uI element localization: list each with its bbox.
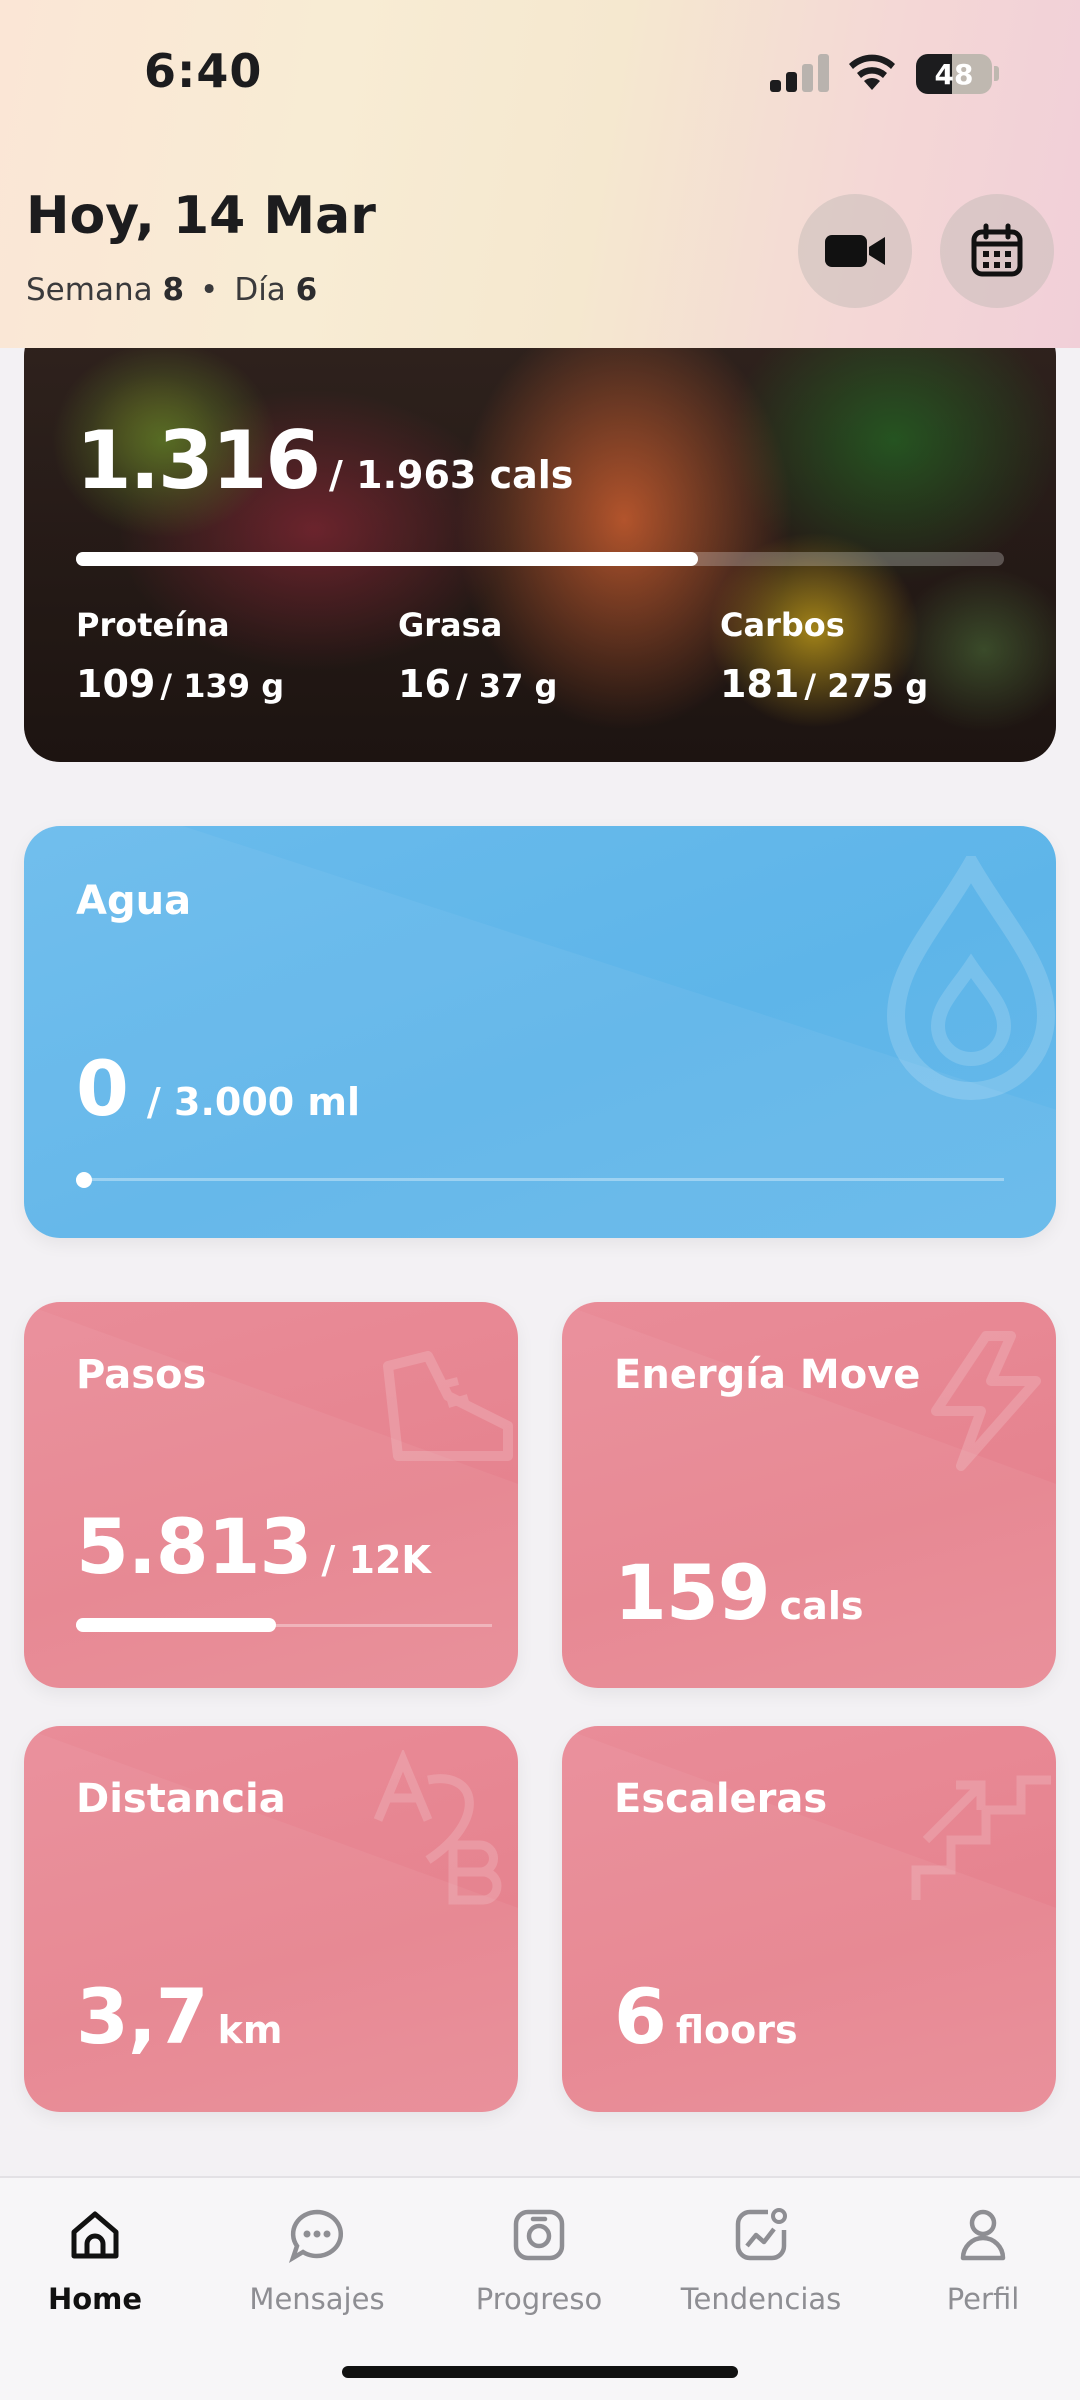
calories-progress-fill — [76, 552, 698, 566]
shoe-icon — [383, 1351, 513, 1461]
nav-item-tendencias[interactable]: Tendencias — [661, 2200, 861, 2316]
chat-icon — [288, 2209, 343, 2264]
stairs-current: 6 — [614, 1972, 667, 2061]
distance-card[interactable]: Distancia 3,7 km — [24, 1726, 518, 2112]
water-drop-icon — [886, 856, 1056, 1100]
cellular-signal-icon — [770, 54, 830, 92]
water-current: 0 — [76, 1044, 129, 1133]
status-bar: 6:40 48 — [0, 0, 1080, 150]
energy-value: 159 cals — [614, 1548, 863, 1637]
battery-level: 48 — [934, 58, 974, 91]
macro-label: Grasa — [398, 606, 503, 644]
wifi-icon — [849, 54, 895, 90]
steps-progress-fill — [76, 1618, 276, 1632]
macro-fat: Grasa 16 / 37 g — [398, 606, 557, 706]
macro-value: 109 — [76, 662, 156, 706]
distance-value: 3,7 km — [76, 1972, 283, 2061]
distance-current: 3,7 — [76, 1972, 209, 2061]
energy-unit: cals — [779, 1584, 864, 1628]
macro-goal: / 139 g — [160, 667, 285, 705]
stairs-icon — [911, 1775, 1051, 1900]
macro-carbs: Carbos 181 / 275 g — [720, 606, 928, 706]
calories-goal: / 1.963 cals — [329, 453, 574, 497]
water-progress-handle — [76, 1172, 92, 1188]
nav-item-perfil[interactable]: Perfil — [883, 2200, 1080, 2316]
trend-chart-icon — [735, 2208, 787, 2261]
steps-title: Pasos — [76, 1352, 207, 1398]
nav-label: Progreso — [475, 2282, 603, 2316]
calories-summary: 1.316/ 1.963 cals — [76, 414, 573, 507]
steps-card[interactable]: Pasos 5.813/ 12K — [24, 1302, 518, 1688]
water-goal: / 3.000 ml — [146, 1080, 361, 1124]
water-card[interactable]: Agua 0 / 3.000 ml — [24, 826, 1056, 1238]
macro-label: Carbos — [720, 606, 845, 644]
home-indicator — [342, 2366, 738, 2378]
video-camera-icon — [825, 235, 885, 267]
calories-current: 1.316 — [76, 414, 321, 507]
lightning-icon — [931, 1331, 1041, 1471]
energy-current: 159 — [614, 1548, 771, 1637]
macro-goal: / 37 g — [455, 667, 558, 705]
page-title: Hoy, 14 Mar — [26, 186, 376, 246]
day-label: Día — [234, 272, 286, 308]
nav-label: Perfil — [946, 2282, 1020, 2316]
week-day-subtitle: Semana 8 • Día 6 — [26, 272, 317, 308]
video-call-button[interactable] — [798, 194, 912, 308]
nav-item-home[interactable]: Home — [0, 2200, 195, 2316]
nav-label: Tendencias — [680, 2282, 842, 2316]
a-to-b-icon — [373, 1750, 502, 1905]
nav-label: Home — [47, 2282, 143, 2316]
energy-card[interactable]: Energía Move 159 cals — [562, 1302, 1056, 1688]
week-value: 8 — [162, 272, 185, 308]
water-value: 0 / 3.000 ml — [76, 1044, 360, 1133]
home-icon — [71, 2211, 119, 2259]
calendar-icon — [971, 223, 1023, 277]
distance-unit: km — [217, 2008, 283, 2052]
water-progress-track — [76, 1178, 1004, 1181]
stairs-title: Escaleras — [614, 1776, 828, 1822]
water-title: Agua — [76, 878, 192, 924]
macro-value: 181 — [720, 662, 800, 706]
nav-item-mensajes[interactable]: Mensajes — [217, 2200, 417, 2316]
battery-icon: 48 — [916, 54, 992, 94]
macro-value: 16 — [398, 662, 451, 706]
status-time: 6:40 — [144, 44, 263, 98]
separator-dot: • — [200, 272, 219, 308]
nav-item-progreso[interactable]: Progreso — [439, 2200, 639, 2316]
steps-goal: / 12K — [321, 1538, 431, 1582]
steps-value: 5.813/ 12K — [76, 1502, 431, 1591]
nav-label: Mensajes — [249, 2282, 385, 2316]
day-value: 6 — [295, 272, 318, 308]
stairs-unit: floors — [675, 2008, 798, 2052]
macro-goal: / 275 g — [804, 667, 929, 705]
macro-protein: Proteína 109 / 139 g — [76, 606, 284, 706]
energy-title: Energía Move — [614, 1352, 921, 1398]
calories-progress-track — [76, 552, 1004, 566]
battery-tip — [994, 66, 999, 81]
week-label: Semana — [26, 272, 153, 308]
scale-icon — [513, 2209, 565, 2261]
calendar-button[interactable] — [940, 194, 1054, 308]
stairs-card[interactable]: Escaleras 6 floors — [562, 1726, 1056, 2112]
macro-label: Proteína — [76, 606, 230, 644]
steps-current: 5.813 — [76, 1502, 312, 1591]
user-icon — [960, 2209, 1006, 2261]
stairs-value: 6 floors — [614, 1972, 798, 2061]
calories-card[interactable]: 1.316/ 1.963 cals Proteína 109 / 139 g G… — [24, 320, 1056, 762]
distance-title: Distancia — [76, 1776, 286, 1822]
